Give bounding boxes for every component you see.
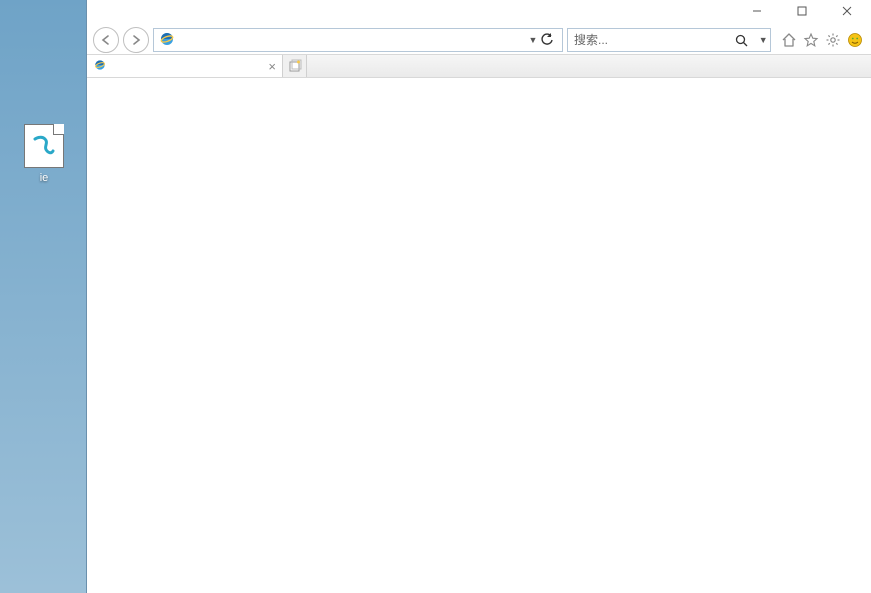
desktop-shortcut-label: ie	[20, 172, 68, 184]
star-icon	[803, 32, 819, 48]
maximize-icon	[797, 6, 807, 16]
tab-strip: ×	[87, 54, 871, 78]
titlebar	[87, 0, 871, 26]
search-button[interactable]	[735, 34, 756, 47]
gear-icon	[825, 32, 841, 48]
refresh-icon	[540, 33, 554, 47]
maximize-button[interactable]	[779, 0, 824, 22]
back-arrow-icon	[100, 34, 112, 46]
search-input[interactable]	[568, 30, 735, 50]
ie-logo-icon	[93, 58, 109, 74]
minimize-icon	[752, 6, 762, 16]
new-tab-icon	[288, 59, 302, 73]
close-icon	[842, 6, 852, 16]
browser-tab[interactable]: ×	[87, 55, 283, 77]
address-bar[interactable]: ▼	[153, 28, 563, 52]
smiley-icon	[847, 32, 863, 48]
tab-close-button[interactable]: ×	[268, 59, 276, 74]
script-file-icon	[24, 124, 64, 168]
home-icon	[781, 32, 797, 48]
refresh-button[interactable]	[540, 33, 562, 47]
address-dropdown-icon[interactable]: ▼	[526, 35, 540, 45]
page-content	[87, 78, 871, 593]
home-button[interactable]	[779, 30, 799, 50]
search-bar[interactable]: ▼	[567, 28, 771, 52]
back-button[interactable]	[93, 27, 119, 53]
new-tab-button[interactable]	[283, 55, 307, 77]
minimize-button[interactable]	[734, 0, 779, 22]
ie-window: ▼ ▼	[86, 0, 871, 593]
toolbar-icons	[775, 30, 865, 50]
desktop-shortcut-ie[interactable]: ie	[20, 124, 68, 184]
address-input[interactable]	[182, 30, 526, 50]
forward-arrow-icon	[130, 34, 142, 46]
navigation-toolbar: ▼ ▼	[87, 26, 871, 54]
ie-logo-icon	[158, 30, 178, 50]
forward-button[interactable]	[123, 27, 149, 53]
tools-button[interactable]	[823, 30, 843, 50]
search-dropdown-icon[interactable]: ▼	[756, 35, 770, 45]
favorites-button[interactable]	[801, 30, 821, 50]
emoji-button[interactable]	[845, 30, 865, 50]
close-button[interactable]	[824, 0, 869, 22]
search-icon	[735, 34, 748, 47]
desktop: ie ▼	[0, 0, 871, 593]
